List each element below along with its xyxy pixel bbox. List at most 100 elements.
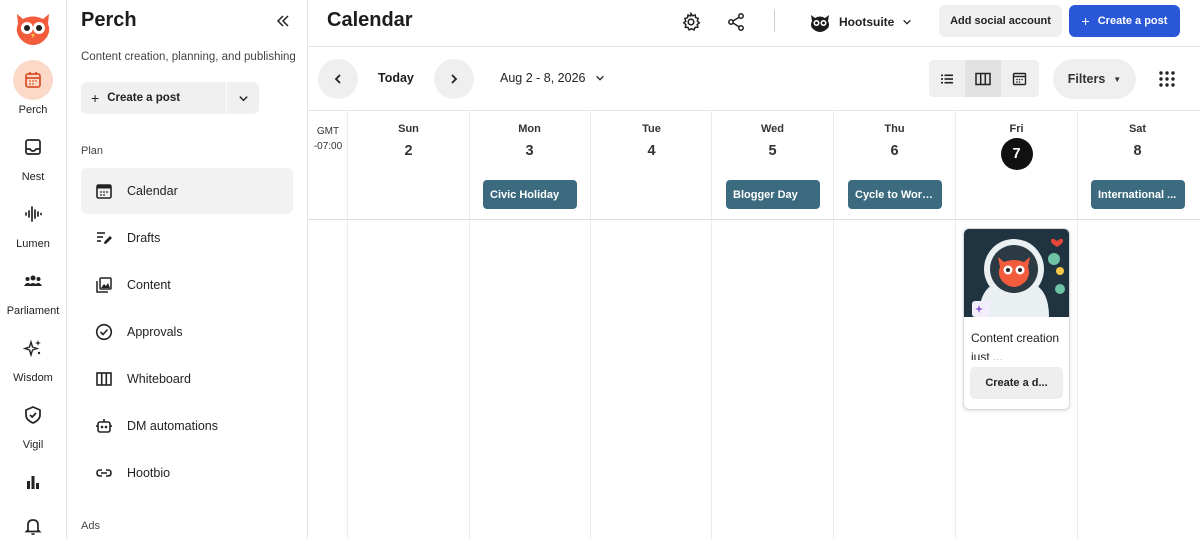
rail-item-analytics[interactable] xyxy=(0,462,66,506)
month-view-button[interactable] xyxy=(1001,60,1037,97)
nav-label: Hootbio xyxy=(127,466,171,480)
day-name: Sat xyxy=(1128,123,1147,135)
check-circle-icon xyxy=(95,323,113,341)
calendar-icon xyxy=(13,60,53,100)
people-icon xyxy=(13,261,53,301)
day-number[interactable]: 2 xyxy=(348,144,469,176)
section-label-plan: Plan xyxy=(81,145,104,157)
holiday-event-cycle-to-work[interactable]: Cycle to Work... xyxy=(848,180,942,209)
nav-label: Calendar xyxy=(127,184,178,198)
day-number[interactable]: 8 xyxy=(1077,144,1198,176)
content-library-icon xyxy=(95,276,113,294)
create-draft-button[interactable]: Create a d... xyxy=(970,367,1063,399)
timezone-text: GMT -07:00 xyxy=(313,126,343,152)
rail-item-perch[interactable]: Perch xyxy=(0,60,66,116)
rail-label: Parliament xyxy=(6,305,60,317)
week-view-button[interactable] xyxy=(965,60,1001,97)
chevron-down-icon xyxy=(238,95,248,101)
sidebar: Perch Content creation, planning, and pu… xyxy=(67,0,308,539)
nav-label: Content xyxy=(127,278,171,292)
nav-label: Approvals xyxy=(127,325,183,339)
day-number[interactable]: 6 xyxy=(834,144,955,176)
rail-item-lumen[interactable]: Lumen xyxy=(0,194,66,250)
nav-item-whiteboard[interactable]: Whiteboard xyxy=(81,356,293,402)
day-name: Sun xyxy=(398,123,419,135)
day-name: Mon xyxy=(518,123,541,135)
owl-astronaut-image xyxy=(964,229,1069,317)
event-label: Civic Holiday xyxy=(490,188,560,201)
nav-item-dm-automations[interactable]: DM automations xyxy=(81,403,293,449)
nav-item-content[interactable]: Content xyxy=(81,262,293,308)
rail-label: Wisdom xyxy=(13,372,53,384)
header-divider xyxy=(774,10,775,32)
holiday-event-international[interactable]: International ... xyxy=(1091,180,1185,209)
share-icon[interactable] xyxy=(726,12,746,32)
week-calendar-grid: GMT -07:00 Sun 2 Mon 3 Tue 4 Wed 5 Thu 6… xyxy=(308,110,1200,539)
whiteboard-icon xyxy=(95,370,113,388)
rail-item-vigil[interactable]: Vigil xyxy=(0,395,66,451)
add-social-account-button[interactable]: Add social account xyxy=(939,5,1062,37)
day-header: Sat 8 xyxy=(1077,111,1198,176)
calendar-toolbar: Today Aug 2 - 8, 2026 Filters ▼ xyxy=(308,48,1200,110)
nav-item-hootbio[interactable]: Hootbio xyxy=(81,450,293,496)
all-day-separator xyxy=(308,219,1200,220)
today-day-number[interactable]: 7 xyxy=(1000,138,1033,170)
day-header: Mon 3 xyxy=(469,111,590,176)
nav-item-drafts[interactable]: Drafts xyxy=(81,215,293,261)
week-view-icon xyxy=(975,72,991,85)
app-rail: Perch Nest Lumen Parliament Wisdom Vigil xyxy=(0,0,67,539)
day-header: Sun 2 xyxy=(348,111,469,176)
day-number[interactable]: 4 xyxy=(591,144,712,176)
nav-label: Drafts xyxy=(127,231,161,245)
hootsuite-owl-icon xyxy=(811,15,829,32)
rail-item-wisdom[interactable]: Wisdom xyxy=(0,328,66,384)
day-name: Fri xyxy=(1009,123,1024,135)
rail-label: Perch xyxy=(18,104,48,116)
rail-label: Nest xyxy=(21,171,45,183)
calendar-icon xyxy=(95,182,113,200)
nav-item-approvals[interactable]: Approvals xyxy=(81,309,293,355)
today-button[interactable]: Today xyxy=(378,71,414,85)
day-name: Tue xyxy=(642,123,661,135)
nav-item-calendar[interactable]: Calendar xyxy=(81,168,293,214)
hootsuite-logo[interactable] xyxy=(13,8,53,46)
chevron-down-icon xyxy=(596,75,605,81)
day-number[interactable]: 3 xyxy=(469,144,590,176)
section-label-ads: Ads xyxy=(81,520,100,532)
list-view-button[interactable] xyxy=(929,60,965,97)
filters-button[interactable]: Filters ▼ xyxy=(1053,59,1136,99)
sidebar-subtitle: Content creation, planning, and publishi… xyxy=(81,51,296,63)
apps-grid-icon[interactable] xyxy=(1158,70,1176,88)
event-label: Blogger Day xyxy=(733,188,798,201)
post-suggestion-card[interactable]: Content creation just ... Create a d... xyxy=(963,228,1070,410)
rail-item-parliament[interactable]: Parliament xyxy=(0,261,66,317)
date-range-picker[interactable]: Aug 2 - 8, 2026 xyxy=(500,71,605,85)
create-post-button[interactable]: + Create a post xyxy=(1069,5,1180,37)
plus-icon: + xyxy=(1081,13,1090,29)
waveform-icon xyxy=(13,194,53,234)
org-switcher[interactable]: Hootsuite xyxy=(809,11,912,33)
sidebar-create-post-button[interactable]: + Create a post xyxy=(81,82,226,114)
plus-icon: + xyxy=(91,90,100,106)
next-week-button[interactable] xyxy=(434,59,474,99)
collapse-sidebar-icon[interactable] xyxy=(275,13,291,29)
day-header-today: Fri 7 xyxy=(956,111,1077,170)
holiday-event-civic-holiday[interactable]: Civic Holiday xyxy=(483,180,577,209)
rail-item-nest[interactable]: Nest xyxy=(0,127,66,183)
previous-week-button[interactable] xyxy=(318,59,358,99)
rail-item-notifications[interactable] xyxy=(0,506,66,539)
gear-icon[interactable] xyxy=(681,12,701,32)
event-label: International ... xyxy=(1098,188,1177,201)
day-number[interactable]: 5 xyxy=(712,144,833,176)
holiday-event-blogger-day[interactable]: Blogger Day xyxy=(726,180,820,209)
create-post-dropdown-button[interactable] xyxy=(227,82,259,114)
sparkles-icon xyxy=(13,328,53,368)
day-header: Wed 5 xyxy=(712,111,833,176)
day-header: Thu 6 xyxy=(834,111,955,176)
create-post-button-label: Create a post xyxy=(1097,15,1168,27)
rail-label: Lumen xyxy=(16,238,50,250)
link-icon xyxy=(95,464,113,482)
caret-down-icon: ▼ xyxy=(1113,74,1122,84)
bar-chart-icon xyxy=(13,462,53,502)
view-switcher xyxy=(929,60,1039,97)
